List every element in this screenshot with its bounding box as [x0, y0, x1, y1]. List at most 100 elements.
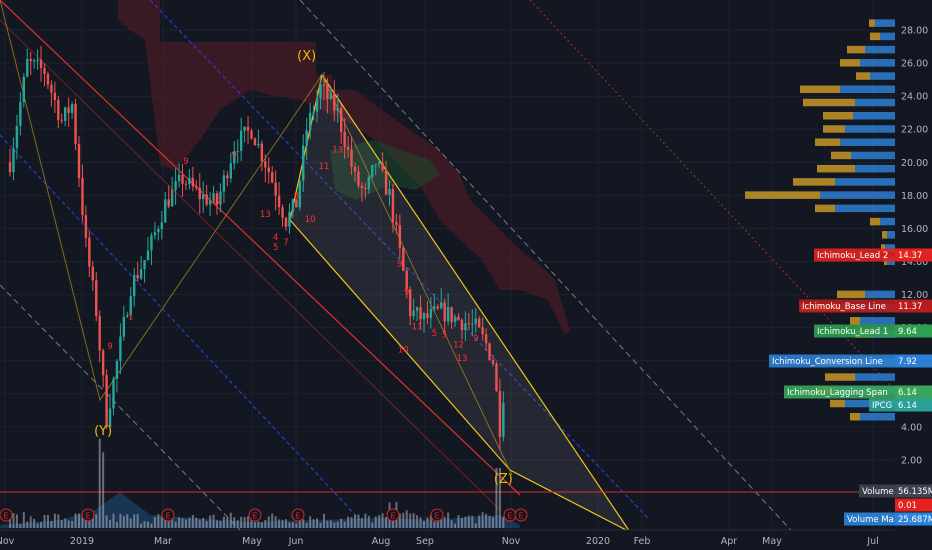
volume-bar — [119, 513, 122, 528]
volume-bar — [278, 519, 281, 528]
candle-body — [271, 172, 274, 183]
candle-body — [343, 131, 346, 148]
wave-label: 5 — [273, 243, 278, 253]
volume-bar — [126, 514, 129, 528]
candle-body — [329, 93, 333, 100]
candle-body — [264, 161, 267, 168]
candle-body — [205, 194, 208, 205]
volume-bar — [60, 520, 63, 528]
volume-bar — [360, 518, 363, 528]
candle-body — [388, 189, 391, 195]
candle-body — [471, 323, 474, 325]
candle-body — [74, 104, 77, 144]
price-label-value: 11.37 — [898, 302, 922, 312]
volume-bar — [174, 521, 177, 528]
candle-body — [12, 148, 15, 173]
wave-label: 5 — [442, 331, 447, 341]
volume-bar — [274, 516, 277, 528]
wave-label: 10 — [398, 346, 409, 356]
time-axis: Nov 2019 Mar May Jun Aug Sep Nov 2020 Feb Apr May Ju… — [0, 529, 932, 550]
candle-body — [160, 222, 163, 230]
candle-body — [250, 130, 253, 139]
volume-profile-up — [870, 72, 895, 80]
volume-bar — [233, 517, 236, 528]
volume-bar — [485, 513, 488, 528]
volume-bar — [229, 512, 232, 528]
wave-label: 7 — [283, 238, 288, 248]
candle-body — [315, 98, 319, 112]
candle-body — [101, 350, 105, 376]
volume-bar — [426, 517, 429, 528]
volume-bar — [64, 518, 67, 528]
volume-bar — [247, 516, 250, 528]
volume-profile-up — [851, 151, 895, 160]
volume-bar — [367, 515, 370, 528]
volume-profile-up — [860, 413, 895, 421]
candle-body — [133, 274, 136, 297]
volume-bar — [216, 520, 218, 528]
volume-bar — [212, 514, 215, 528]
volume-bar — [29, 516, 32, 528]
wave-label: 9 — [404, 288, 409, 298]
volume-bar — [357, 514, 360, 528]
candle-body — [8, 162, 12, 173]
candle-body — [381, 162, 384, 170]
candle-body — [257, 143, 260, 146]
volume-bar — [129, 518, 132, 528]
candle-body — [84, 215, 88, 238]
earnings-marker-label: E — [3, 512, 8, 521]
candle-body — [60, 119, 63, 121]
volume-bar — [74, 513, 77, 528]
volume-bar — [447, 512, 450, 528]
volume-bar — [291, 522, 294, 528]
volume-bar — [423, 521, 425, 528]
candle-body — [50, 84, 53, 93]
volume-profile-down — [815, 204, 835, 213]
wave-label: 12 — [453, 341, 464, 351]
volume-profile-down — [850, 317, 860, 325]
volume-bar — [433, 521, 436, 528]
candle-body — [105, 375, 108, 428]
volume-bar — [302, 519, 305, 528]
volume-bar — [457, 515, 460, 528]
earnings-marker-label: E — [390, 512, 395, 521]
earnings-marker-label: E — [434, 512, 439, 521]
time-axis-bg — [0, 530, 932, 550]
volume-profile-up — [835, 178, 895, 186]
candle-body — [226, 175, 229, 179]
volume-bar — [416, 515, 419, 528]
time-tick-label: Jul — [866, 536, 878, 547]
volume-bar — [184, 519, 187, 528]
volume-bar — [371, 522, 374, 528]
candle-body — [484, 334, 488, 344]
volume-bar — [471, 515, 474, 528]
volume-bar — [140, 523, 143, 528]
volume-bar — [322, 513, 325, 528]
volume-bar — [46, 514, 49, 528]
wave-label: (Y) — [94, 424, 112, 439]
price-label-name: Ichimoku_Lagging Span — [787, 388, 888, 398]
candle-body — [367, 176, 370, 189]
volume-bar — [343, 521, 346, 528]
candle-body — [53, 92, 57, 100]
candle-body — [167, 199, 170, 207]
candle-body — [336, 107, 339, 111]
candle-body — [440, 302, 443, 309]
volume-bar — [354, 514, 356, 528]
volume-bar — [188, 517, 191, 528]
volume-bar — [219, 520, 222, 528]
wave-label: 9 — [232, 150, 237, 160]
volume-bar — [492, 517, 494, 528]
volume-bar — [153, 517, 156, 528]
price-chart[interactable]: EEEEEEEEE (X)(Y)(Z)91911291345 7810111399… — [0, 0, 932, 550]
volume-bar — [443, 517, 446, 528]
time-tick-label: Nov — [0, 536, 15, 547]
candle-body — [415, 307, 419, 311]
volume-profile-down — [831, 151, 851, 160]
price-tick-label: 4.00 — [901, 422, 922, 433]
wave-label: 12 — [212, 197, 223, 207]
volume-bar — [109, 520, 112, 528]
wave-label: 9 — [397, 260, 402, 270]
candle-body — [288, 211, 291, 227]
volume-bar — [326, 520, 329, 528]
